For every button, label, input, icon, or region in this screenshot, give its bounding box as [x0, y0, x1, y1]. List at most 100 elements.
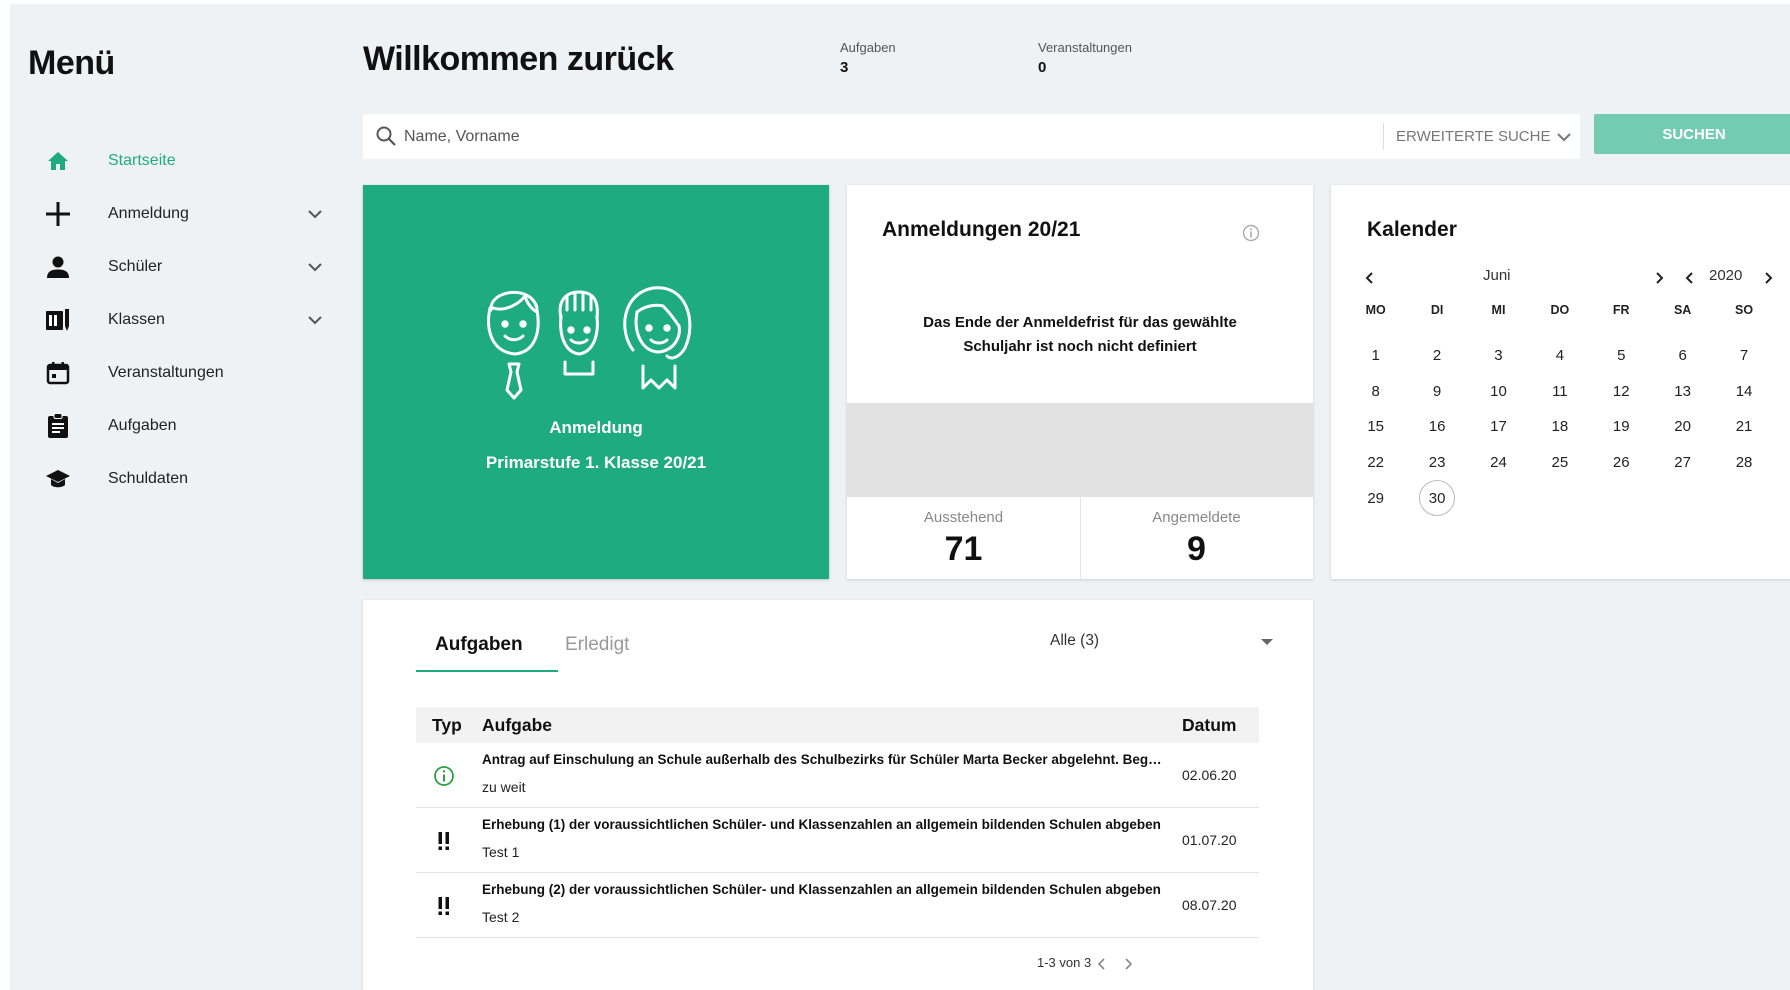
- table-row[interactable]: Antrag auf Einschulung an Schule außerha…: [416, 743, 1259, 808]
- calendar-day[interactable]: 13: [1652, 374, 1713, 410]
- calendar-day-label: 15: [1367, 418, 1385, 436]
- registration-tile[interactable]: Anmeldung Primarstufe 1. Klasse 20/21: [363, 185, 829, 579]
- calendar-day[interactable]: 5: [1591, 338, 1652, 374]
- calendar-day[interactable]: 25: [1529, 445, 1590, 481]
- calendar-day[interactable]: 4: [1529, 338, 1590, 374]
- prev-page-icon[interactable]: [1095, 957, 1109, 971]
- calendar-day[interactable]: 27: [1652, 445, 1713, 481]
- registered-value: 9: [1187, 530, 1206, 568]
- calendar-day[interactable]: 14: [1713, 374, 1774, 410]
- calendar-day[interactable]: 12: [1591, 374, 1652, 410]
- calendar-day[interactable]: 23: [1406, 445, 1467, 481]
- calendar-day[interactable]: 18: [1529, 409, 1590, 445]
- calendar-day-label: 8: [1371, 382, 1380, 400]
- calendar-day[interactable]: 8: [1345, 374, 1406, 410]
- calendar-day[interactable]: 9: [1406, 374, 1467, 410]
- sidebar-item-klassen[interactable]: Klassen: [10, 293, 340, 346]
- advanced-search-toggle[interactable]: ERWEITERTE SUCHE: [1396, 114, 1572, 159]
- urgent-icon: [432, 829, 456, 853]
- pending-value: 71: [944, 530, 983, 568]
- task-title: Erhebung (1) der voraussichtlichen Schül…: [482, 817, 1161, 832]
- tab-aufgaben[interactable]: Aufgaben: [435, 634, 523, 656]
- calendar-day[interactable]: 26: [1591, 445, 1652, 481]
- task-date: 02.06.20: [1182, 767, 1237, 783]
- tasks-card: Aufgaben Erledigt Alle (3) Typ Aufgabe D…: [363, 600, 1313, 990]
- task-title: Antrag auf Einschulung an Schule außerha…: [482, 752, 1162, 767]
- sidebar-item-schuldaten[interactable]: Schuldaten: [10, 452, 340, 505]
- prev-month-icon[interactable]: [1363, 271, 1377, 285]
- search-divider: [1383, 123, 1384, 150]
- calendar-day[interactable]: 16: [1406, 409, 1467, 445]
- calendar-day[interactable]: 24: [1468, 445, 1529, 481]
- calendar-day[interactable]: 6: [1652, 338, 1713, 374]
- tab-erledigt[interactable]: Erledigt: [565, 634, 629, 656]
- clipboard-icon: [44, 412, 72, 440]
- sidebar-item-startseite[interactable]: Startseite: [10, 134, 340, 187]
- calendar-day[interactable]: 7: [1713, 338, 1774, 374]
- home-icon: [44, 147, 72, 175]
- sidebar-item-veranstaltungen[interactable]: Veranstaltungen: [10, 346, 340, 399]
- task-subtitle: Test 1: [482, 844, 520, 860]
- sidebar-item-schueler[interactable]: Schüler: [10, 240, 340, 293]
- chevron-down-icon[interactable]: [305, 204, 325, 224]
- active-tab-indicator: [416, 670, 558, 672]
- pending-count: Ausstehend 71: [847, 497, 1080, 579]
- task-date: 08.07.20: [1182, 897, 1237, 913]
- info-icon[interactable]: [1242, 224, 1260, 242]
- calendar-day-label: 2: [1432, 347, 1442, 365]
- calendar-day-label: 13: [1674, 382, 1691, 400]
- stat-veranstaltungen: Veranstaltungen 0: [1038, 40, 1132, 76]
- calendar-day[interactable]: 10: [1468, 374, 1529, 410]
- next-page-icon[interactable]: [1121, 957, 1135, 971]
- calendar-day-label: 21: [1735, 418, 1753, 436]
- next-year-icon[interactable]: [1761, 271, 1775, 285]
- pending-label: Ausstehend: [923, 509, 1004, 526]
- calendar-day-label: 29: [1367, 489, 1385, 507]
- calendar-day-label: 18: [1551, 418, 1569, 436]
- calendar-day[interactable]: 3: [1468, 338, 1529, 374]
- calendar-day-label: 7: [1739, 347, 1749, 365]
- sidebar-item-label: Veranstaltungen: [108, 363, 224, 381]
- table-row[interactable]: Erhebung (2) der voraussichtlichen Schül…: [416, 873, 1259, 938]
- sidebar-item-anmeldung[interactable]: Anmeldung: [10, 187, 340, 240]
- sidebar-nav: Startseite Anmeldung Schüler Klassen Ver…: [10, 134, 340, 505]
- task-subtitle: zu weit: [482, 779, 526, 795]
- calendar-day-label: 16: [1428, 418, 1446, 436]
- calendar-day[interactable]: 17: [1468, 409, 1529, 445]
- calendar-day-label: 12: [1612, 382, 1630, 400]
- calendar-day[interactable]: 2: [1406, 338, 1467, 374]
- calendar-day: [1529, 480, 1590, 516]
- calendar-day[interactable]: 29: [1345, 480, 1406, 516]
- chevron-down-icon[interactable]: [305, 310, 325, 330]
- next-month-icon[interactable]: [1652, 271, 1666, 285]
- stat-value: 3: [840, 59, 849, 76]
- weekday-label: MI: [1491, 303, 1506, 317]
- stat-label: Aufgaben: [840, 40, 896, 55]
- table-row[interactable]: Erhebung (1) der voraussichtlichen Schül…: [416, 808, 1259, 873]
- prev-year-icon[interactable]: [1683, 271, 1697, 285]
- calendar-day-label: 11: [1552, 382, 1568, 400]
- stat-value: 0: [1038, 59, 1047, 76]
- column-header-date: Datum: [1182, 715, 1237, 735]
- calendar-day[interactable]: 20: [1652, 409, 1713, 445]
- calendar-days: 1 2 3 4 5 6 7 8 9 10 11 12 13 14 15 16 17 18 19 20 21 22 23 24 2…: [1345, 338, 1775, 517]
- calendar-day[interactable]: 21: [1713, 409, 1774, 445]
- task-filter-select[interactable]: Alle (3): [1050, 630, 1274, 656]
- search-bar: ERWEITERTE SUCHE: [363, 114, 1580, 159]
- calendar-day[interactable]: 19: [1591, 409, 1652, 445]
- chevron-down-icon[interactable]: [305, 257, 325, 277]
- calendar-day-label: 14: [1735, 382, 1753, 400]
- search-input[interactable]: [404, 114, 1364, 159]
- calendar-day[interactable]: 22: [1345, 445, 1406, 481]
- calendar-day-label: [1542, 480, 1578, 516]
- calendar-day-label: 4: [1555, 347, 1565, 365]
- calendar-day-label: 6: [1678, 347, 1687, 365]
- calendar-day[interactable]: 11: [1529, 374, 1590, 410]
- calendar-day[interactable]: 15: [1345, 409, 1406, 445]
- search-button[interactable]: SUCHEN: [1594, 114, 1790, 154]
- calendar-day[interactable]: 30: [1406, 480, 1467, 517]
- sidebar-item-aufgaben[interactable]: Aufgaben: [10, 399, 340, 452]
- calendar-day[interactable]: 1: [1345, 338, 1406, 374]
- registrations-title: Anmeldungen 20/21: [882, 218, 1081, 241]
- calendar-day[interactable]: 28: [1713, 445, 1774, 481]
